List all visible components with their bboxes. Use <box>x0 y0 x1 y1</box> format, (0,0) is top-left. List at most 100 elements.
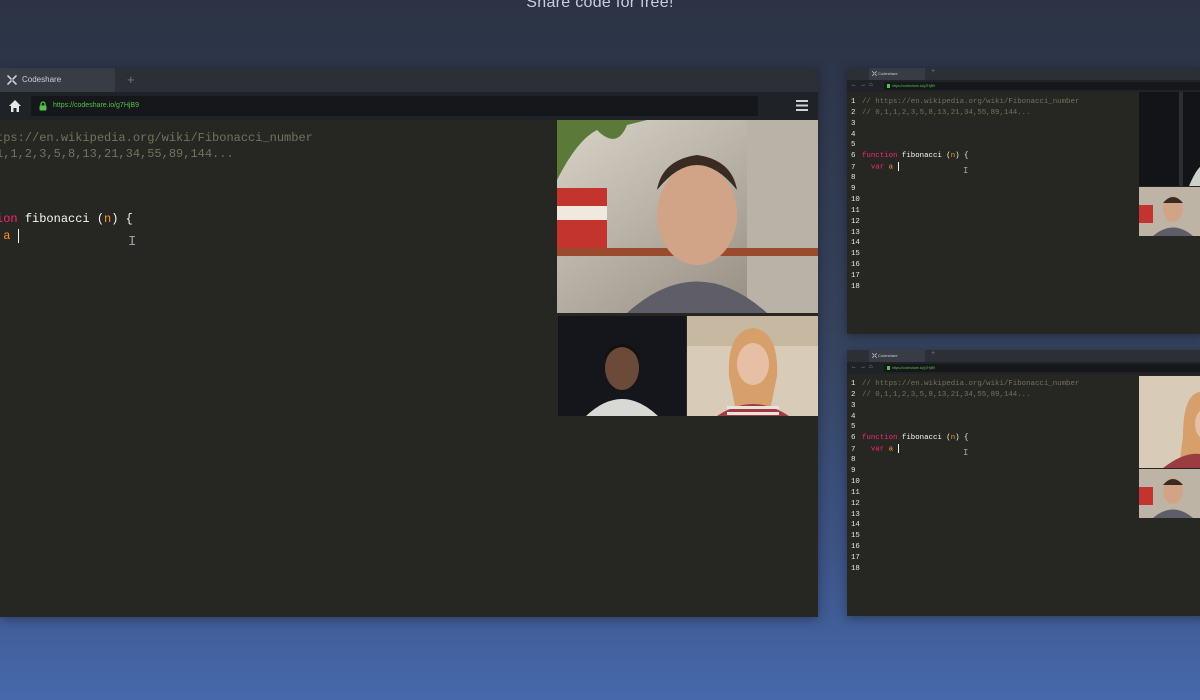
code-line: 11 <box>851 206 1079 217</box>
video-tile-participant-2[interactable] <box>558 316 686 416</box>
code-line: 4 <box>851 412 1079 423</box>
line-number: 10 <box>851 196 860 205</box>
code-line: 2 // 0,1,1,2,3,5,8,13,21,34,55,89,144... <box>851 390 1079 401</box>
code-line: 5 <box>851 140 1079 151</box>
text-cursor-icon: I <box>128 234 137 250</box>
codeshare-logo-icon <box>7 75 17 85</box>
video-feed <box>1139 187 1200 236</box>
line-number: 1 <box>851 380 856 388</box>
navigation-buttons[interactable]: ←→⌂ <box>851 364 876 370</box>
code-line: // 0,1,1,2,3,5,8,13,21,34,55,89,144... <box>0 146 313 162</box>
code-token: // https://en.wikipedia.org/wiki/Fibonac… <box>862 98 1080 106</box>
hamburger-menu-icon[interactable] <box>796 100 808 111</box>
code-line: 6 function fibonacci (n) { <box>851 151 1079 162</box>
video-tile-main-participant[interactable] <box>557 120 818 313</box>
tab-codeshare[interactable]: Codeshare <box>869 350 925 362</box>
browser-toolbar: ←→⌂ https://codeshare.io/g7HjB9 <box>847 80 1200 92</box>
line-number: 8 <box>851 456 856 465</box>
line-number: 9 <box>851 467 856 476</box>
code-line: 15 <box>851 249 1079 260</box>
address-bar[interactable]: https://codeshare.io/g7HjB9 <box>31 96 758 116</box>
video-feed <box>1139 376 1200 468</box>
code-editor[interactable]: // https://en.wikipedia.org/wiki/Fibonac… <box>0 120 818 617</box>
tab-codeshare[interactable]: Codeshare <box>869 68 925 80</box>
code-editor[interactable]: 1 // https://en.wikipedia.org/wiki/Fibona… <box>847 92 1200 334</box>
code-editor[interactable]: 1 // https://en.wikipedia.org/wiki/Fibona… <box>847 374 1200 616</box>
line-number: 8 <box>851 174 856 183</box>
code-lines: 1 // https://en.wikipedia.org/wiki/Fibona… <box>851 97 1079 293</box>
code-line: function fibonacci (n) { <box>0 211 313 227</box>
caret <box>897 444 899 454</box>
code-line: 15 <box>851 531 1079 542</box>
video-feed <box>1139 92 1200 186</box>
line-number: 14 <box>851 521 860 530</box>
address-url: https://codeshare.io/g7HjB9 <box>53 102 139 109</box>
video-tile-dark[interactable] <box>1139 92 1200 186</box>
code-line: 17 <box>851 271 1079 282</box>
code-line: 9 <box>851 184 1079 195</box>
code-token: // 0,1,1,2,3,5,8,13,21,34,55,89,144... <box>862 108 1031 117</box>
line-number: 12 <box>851 499 860 508</box>
participant-browser-window-2: Codeshare + ←→⌂ https://codeshare.io/g7H… <box>847 350 1200 616</box>
code-line: 16 <box>851 542 1079 553</box>
codeshare-logo-icon <box>872 71 877 76</box>
code-token: // 0,1,1,2,3,5,8,13,21,34,55,89,144... <box>862 390 1031 399</box>
line-number: 11 <box>851 206 860 215</box>
video-tile-participant-main[interactable] <box>1139 187 1200 236</box>
code-token: ( <box>96 212 105 227</box>
video-feed <box>687 316 818 416</box>
video-tile-participant-3[interactable] <box>687 316 818 416</box>
video-tile-participant-woman[interactable] <box>1139 376 1200 468</box>
code-line: 18 <box>851 282 1079 293</box>
code-lines: 1 // https://en.wikipedia.org/wiki/Fibona… <box>851 379 1079 575</box>
line-number: 5 <box>851 423 856 432</box>
code-line: // https://en.wikipedia.org/wiki/Fibonac… <box>0 130 313 146</box>
code-token: var <box>862 163 889 172</box>
line-number: 4 <box>851 130 856 139</box>
line-number: 12 <box>851 217 860 226</box>
line-number: 18 <box>851 564 860 573</box>
code-line: 12 <box>851 217 1079 228</box>
lock-icon <box>887 366 890 370</box>
code-token: // https://en.wikipedia.org/wiki/Fibonac… <box>862 380 1080 388</box>
tab-codeshare[interactable]: Codeshare <box>0 68 115 92</box>
line-number: 17 <box>851 271 860 280</box>
tab-bar: Codeshare + <box>847 350 1200 367</box>
line-number: 14 <box>851 239 860 248</box>
text-cursor-icon: I <box>963 166 969 176</box>
lock-icon <box>39 101 47 111</box>
code-token: ) { <box>955 434 969 443</box>
address-bar[interactable]: https://codeshare.io/g7HjB9 <box>884 82 1200 90</box>
code-line: 1 // https://en.wikipedia.org/wiki/Fibona… <box>851 379 1079 390</box>
code-line: 5 <box>851 422 1079 433</box>
address-url: https://codeshare.io/g7HjB9 <box>892 366 935 370</box>
tab-title: Codeshare <box>878 353 898 358</box>
new-tab-button[interactable]: + <box>931 68 935 75</box>
code-token: function <box>862 152 902 161</box>
navigation-buttons[interactable]: ←→⌂ <box>851 82 876 88</box>
code-line: 6 function fibonacci (n) { <box>851 433 1079 444</box>
address-bar[interactable]: https://codeshare.io/g7HjB9 <box>884 364 1200 372</box>
line-number: 4 <box>851 412 856 421</box>
tab-title: Codeshare <box>878 71 898 76</box>
line-number: 6 <box>851 152 856 161</box>
line-number: 1 <box>851 98 856 106</box>
code-token: // https://en.wikipedia.org/wiki/Fibonac… <box>0 131 313 145</box>
new-tab-button[interactable]: + <box>127 72 135 87</box>
line-number: 13 <box>851 228 860 237</box>
code-line: 3 <box>851 401 1079 412</box>
video-tile-participant-main[interactable] <box>1139 469 1200 518</box>
code-line: 18 <box>851 564 1079 575</box>
home-icon[interactable] <box>8 99 22 113</box>
new-tab-button[interactable]: + <box>931 350 935 357</box>
caret <box>17 228 19 243</box>
code-token: fibonacci <box>24 212 97 227</box>
line-number: 7 <box>851 445 856 454</box>
line-number: 5 <box>851 141 856 150</box>
code-line: 9 <box>851 466 1079 477</box>
code-line: 4 <box>851 130 1079 141</box>
line-number: 15 <box>851 532 860 541</box>
video-feed <box>558 316 686 416</box>
